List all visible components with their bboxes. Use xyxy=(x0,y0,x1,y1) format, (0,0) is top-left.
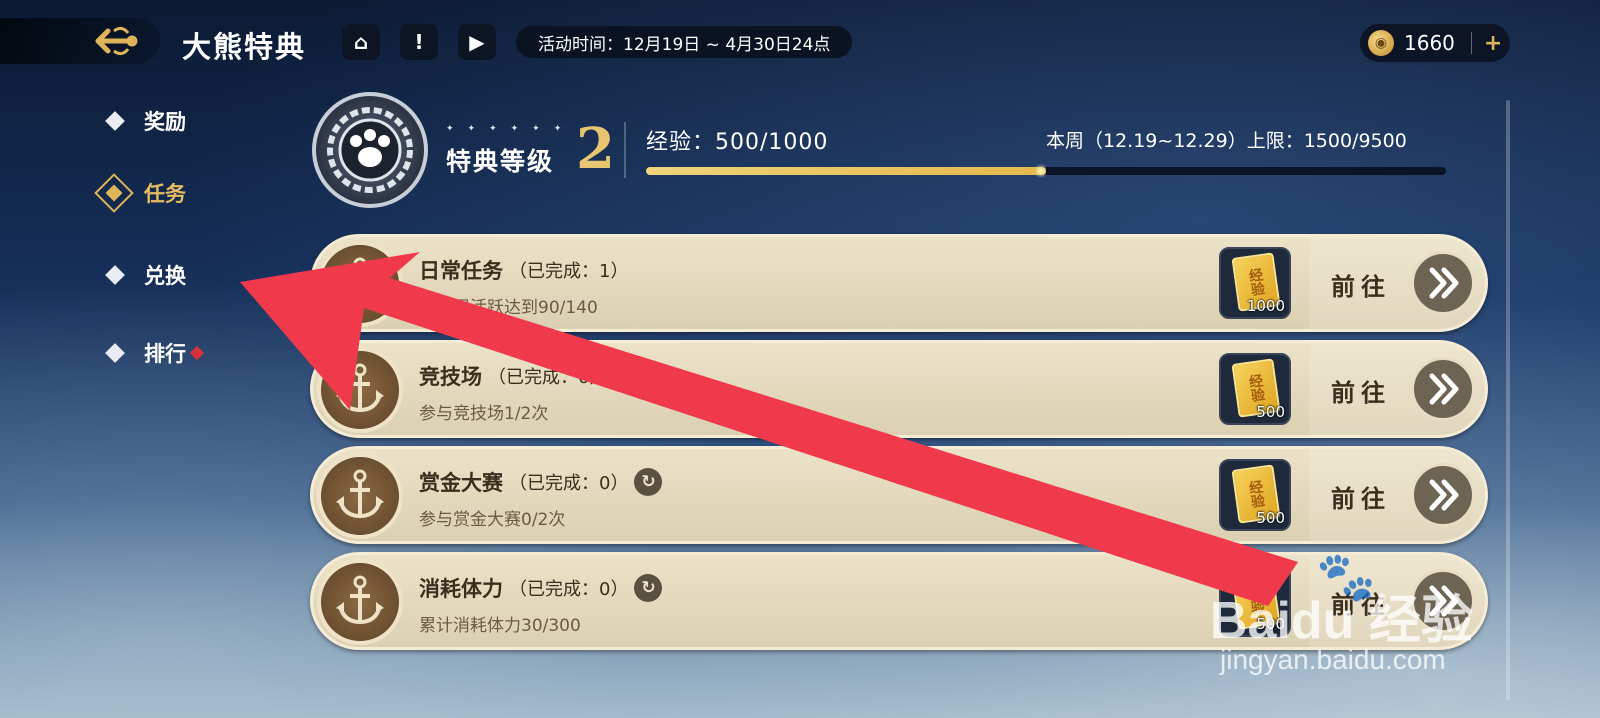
reward-qty: 500 xyxy=(1256,403,1285,421)
go-label[interactable]: 前往 xyxy=(1331,267,1391,302)
weekly-limit: 本周（12.19~12.29）上限：1500/9500 xyxy=(1046,130,1407,152)
reward-item[interactable]: 经验 1000 xyxy=(1219,247,1291,319)
sidebar-item-label: 任务 xyxy=(144,182,186,206)
task-title: 竞技场 xyxy=(419,365,482,389)
reward-qty: 500 xyxy=(1256,615,1285,633)
home-icon[interactable]: ⌂ xyxy=(342,24,380,60)
level-value: 2 xyxy=(576,116,615,182)
go-button[interactable] xyxy=(1411,251,1475,315)
task-card-bounty: 赏金大赛 （已完成：0） ↻ 参与赏金大赛0/2次 经验 500 前往 xyxy=(310,446,1488,544)
anchor-icon xyxy=(317,559,403,645)
go-label[interactable]: 前往 xyxy=(1331,585,1391,620)
reward-qty: 500 xyxy=(1256,509,1285,527)
divider xyxy=(1470,32,1472,54)
page-title: 大熊特典 xyxy=(182,30,307,64)
add-currency-button[interactable]: + xyxy=(1484,31,1502,56)
exp-progress-tip xyxy=(1036,162,1046,180)
top-bar: 大熊特典 ⌂ ! ▶ 活动时间：12月19日 ~ 4月30日24点 ◉ 1660… xyxy=(0,0,1600,82)
diamond-icon xyxy=(105,343,125,363)
film-icon[interactable]: ▶ xyxy=(458,24,496,60)
task-status: （已完成：0） xyxy=(509,473,629,494)
sidebar-item-rewards[interactable]: 奖励 xyxy=(100,106,186,136)
sidebar-item-tasks[interactable]: 任务 xyxy=(94,173,186,213)
task-card-arena: 竞技场 （已完成：0） ↻ 参与竞技场1/2次 经验 500 前往 xyxy=(310,340,1488,438)
task-desc: 参与竞技场1/2次 xyxy=(419,404,549,424)
paw-gear-icon xyxy=(327,107,413,193)
task-status: （已完成：1） xyxy=(509,261,629,282)
divider xyxy=(624,122,626,178)
anchor-icon xyxy=(317,241,403,327)
task-card-daily: 日常任务 （已完成：1） 累计周活跃达到90/140 经验 1000 前往 xyxy=(310,234,1488,332)
refresh-icon[interactable]: ↻ xyxy=(634,574,663,602)
go-label[interactable]: 前往 xyxy=(1331,373,1391,408)
go-button[interactable] xyxy=(1411,569,1475,633)
reward-item[interactable]: 经验 500 xyxy=(1219,565,1291,637)
sidebar-item-label: 奖励 xyxy=(144,110,186,134)
refresh-icon[interactable]: ↻ xyxy=(634,468,663,496)
task-status: （已完成：0） xyxy=(488,367,608,388)
task-status: （已完成：0） xyxy=(509,579,629,600)
reward-item[interactable]: 经验 500 xyxy=(1219,353,1291,425)
task-title: 消耗体力 xyxy=(419,577,503,601)
exclamation-icon[interactable]: ! xyxy=(400,24,438,60)
scrollbar[interactable] xyxy=(1506,100,1510,700)
exp-progress-bar xyxy=(646,167,1446,175)
go-button[interactable] xyxy=(1411,357,1475,421)
currency-display: ◉ 1660 + xyxy=(1360,24,1510,62)
refresh-icon[interactable]: ↻ xyxy=(613,362,642,390)
reward-item[interactable]: 经验 500 xyxy=(1219,459,1291,531)
task-desc: 累计周活跃达到90/140 xyxy=(419,298,598,318)
anchor-icon xyxy=(317,453,403,539)
level-label: 特典等级 xyxy=(446,147,555,176)
reward-qty: 1000 xyxy=(1246,297,1285,315)
task-card-stamina: 消耗体力 （已完成：0） ↻ 累计消耗体力30/300 经验 500 前往 xyxy=(310,552,1488,650)
back-button[interactable] xyxy=(0,18,160,64)
anchor-back-icon xyxy=(95,26,138,56)
sidebar-item-ranking[interactable]: 排行 xyxy=(100,338,205,368)
level-stars: ✦✦✦✦✦✦ xyxy=(446,124,576,134)
task-desc: 参与赏金大赛0/2次 xyxy=(419,510,566,530)
coin-icon: ◉ xyxy=(1368,30,1394,56)
level-badge xyxy=(312,92,428,208)
sidebar-item-label: 排行 xyxy=(144,342,186,366)
diamond-icon xyxy=(105,111,125,131)
sidebar-item-label: 兑换 xyxy=(144,264,186,288)
task-desc: 累计消耗体力30/300 xyxy=(419,616,581,636)
diamond-icon xyxy=(105,265,125,285)
go-button[interactable] xyxy=(1411,463,1475,527)
exp-progress-fill xyxy=(646,167,1046,175)
notification-dot xyxy=(189,345,205,361)
task-title: 赏金大赛 xyxy=(419,471,503,495)
currency-value: 1660 xyxy=(1404,31,1455,55)
exp-text: 经验：500/1000 xyxy=(646,130,829,155)
task-title: 日常任务 xyxy=(419,259,503,283)
anchor-icon xyxy=(317,347,403,433)
event-time: 活动时间：12月19日 ~ 4月30日24点 xyxy=(516,26,853,58)
go-label[interactable]: 前往 xyxy=(1331,479,1391,514)
diamond-active-icon xyxy=(94,173,134,213)
sidebar-item-exchange[interactable]: 兑换 xyxy=(100,260,186,290)
